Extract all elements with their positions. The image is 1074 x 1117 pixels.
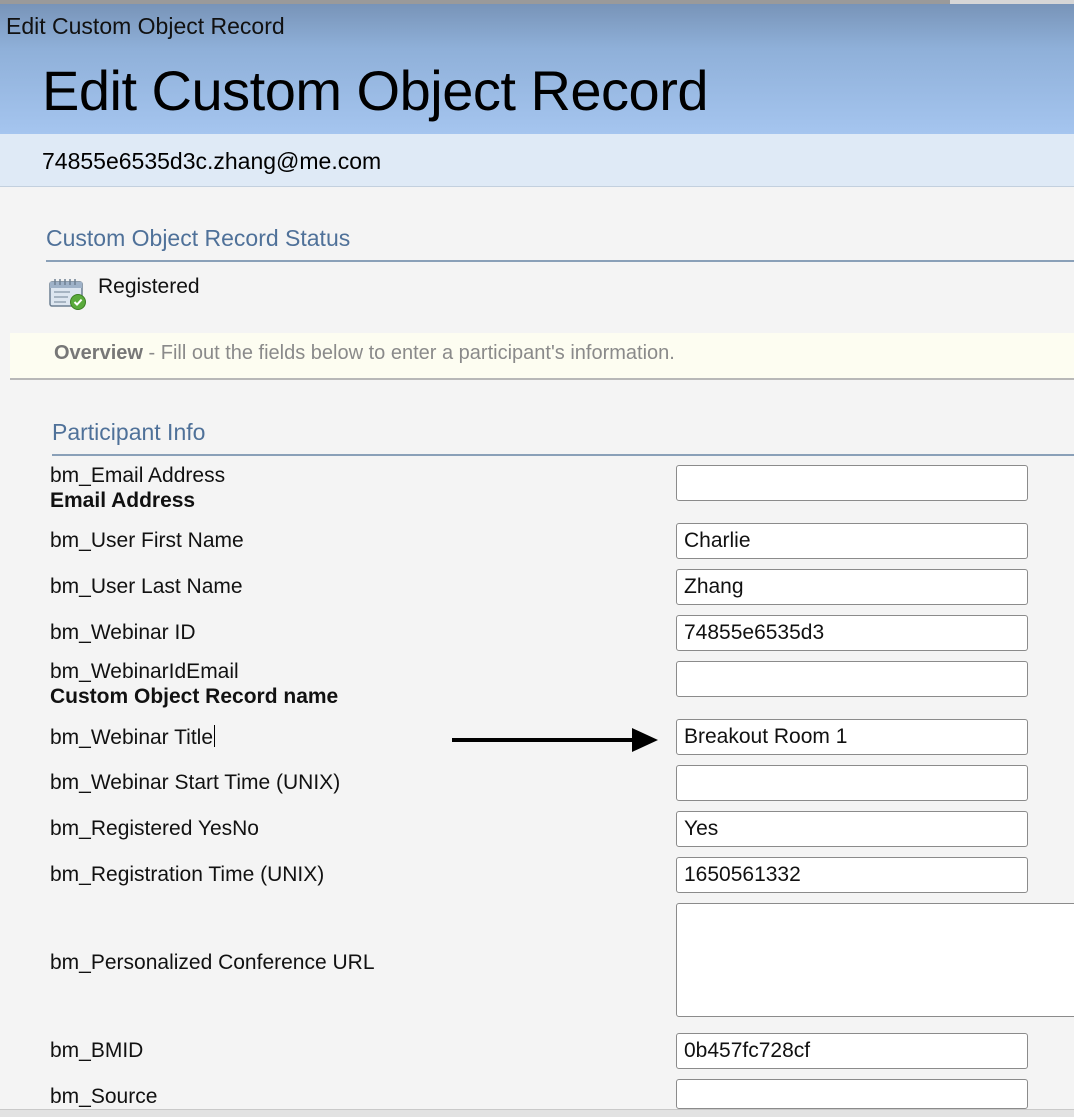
webinar-title-input[interactable]: Breakout Room 1 <box>676 719 1028 755</box>
field-label-registration-time: bm_Registration Time (UNIX) <box>50 863 325 886</box>
arrow-right-icon <box>452 728 658 752</box>
overview-text: Overview - Fill out the fields below to … <box>54 342 675 365</box>
registration-time-input[interactable]: 1650561332 <box>676 857 1028 893</box>
conference-url-textarea[interactable] <box>676 903 1074 1017</box>
participant-section-divider <box>52 454 1074 456</box>
field-label-email-address: bm_Email Address <box>50 464 226 487</box>
text-cursor <box>214 725 216 747</box>
field-label-source: bm_Source <box>50 1085 158 1108</box>
overview-banner: Overview - Fill out the fields below to … <box>10 333 1074 380</box>
record-identifier: 74855e6535d3c.zhang@me.com <box>42 148 382 174</box>
status-value: Registered <box>98 275 200 298</box>
field-label-registered-yesno: bm_Registered YesNo <box>50 817 259 840</box>
page-title: Edit Custom Object Record <box>42 59 708 122</box>
registered-yesno-input[interactable]: Yes <box>676 811 1028 847</box>
field-label-bmid: bm_BMID <box>50 1039 144 1062</box>
bmid-input[interactable]: 0b457fc728cf <box>676 1033 1028 1069</box>
webinar-id-email-input[interactable] <box>676 661 1028 697</box>
last-name-input[interactable]: Zhang <box>676 569 1028 605</box>
field-label-last-name: bm_User Last Name <box>50 575 243 598</box>
page-header: Edit Custom Object Record Edit Custom Ob… <box>0 4 1074 134</box>
field-sublabel-record-name: Custom Object Record name <box>50 685 339 708</box>
status-section-divider <box>46 260 1074 262</box>
field-label-webinar-start-time: bm_Webinar Start Time (UNIX) <box>50 771 341 794</box>
field-label-webinar-id: bm_Webinar ID <box>50 621 196 644</box>
field-label-webinar-id-email: bm_WebinarIdEmail <box>50 660 239 683</box>
field-label-webinar-title: bm_Webinar Title <box>50 725 216 750</box>
first-name-input[interactable]: Charlie <box>676 523 1028 559</box>
record-subheader: 74855e6535d3c.zhang@me.com <box>0 134 1074 187</box>
field-label-first-name: bm_User First Name <box>50 529 244 552</box>
participant-section-title: Participant Info <box>52 419 206 445</box>
overview-label: Overview <box>54 342 143 364</box>
field-label-conference-url: bm_Personalized Conference URL <box>50 951 375 974</box>
window-title: Edit Custom Object Record <box>6 13 285 39</box>
webinar-start-time-input[interactable] <box>676 765 1028 801</box>
calendar-check-icon <box>49 279 86 310</box>
email-address-input[interactable] <box>676 465 1028 501</box>
overview-description: - Fill out the fields below to enter a p… <box>142 342 675 364</box>
source-input[interactable] <box>676 1079 1028 1109</box>
field-sublabel-email-address: Email Address <box>50 489 196 512</box>
status-section-title: Custom Object Record Status <box>46 225 351 251</box>
webinar-id-input[interactable]: 74855e6535d3 <box>676 615 1028 651</box>
field-label-webinar-title-text: bm_Webinar Title <box>50 726 214 749</box>
